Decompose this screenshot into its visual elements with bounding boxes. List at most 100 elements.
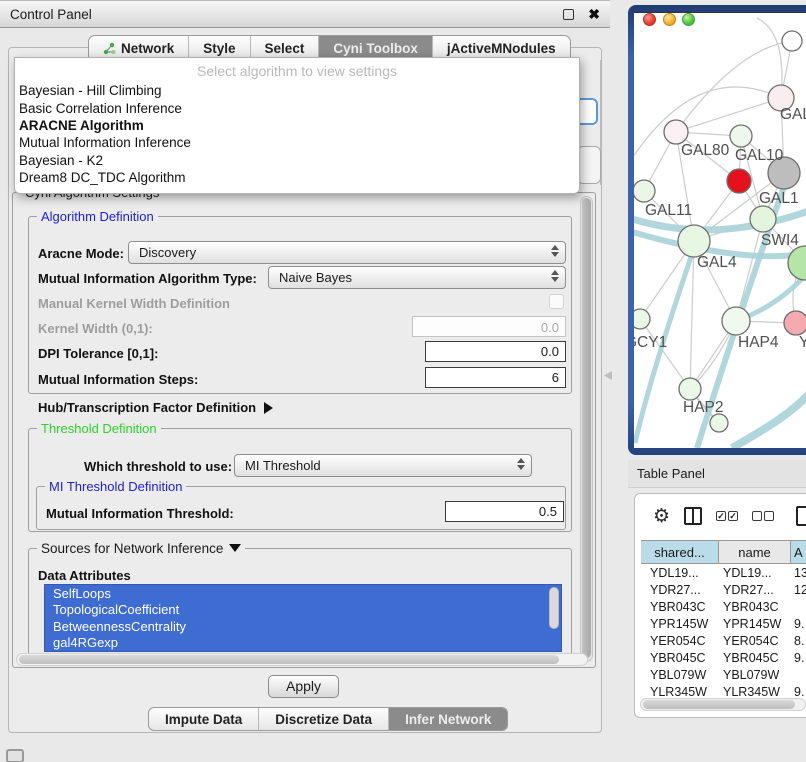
table-cell: YLR345W	[719, 685, 791, 697]
network-node-label: GAL1	[759, 190, 799, 207]
export-table-icon[interactable]	[796, 506, 806, 526]
algorithm-menu-placeholder: Select algorithm to view settings	[15, 58, 579, 83]
table-cell: 9.	[791, 651, 806, 665]
network-node-bottom_small[interactable]	[710, 414, 728, 432]
attribute-topologicalcoefficient[interactable]: TopologicalCoefficient	[45, 602, 561, 619]
deselect-all-checkboxes-icon[interactable]	[752, 511, 774, 521]
table-row[interactable]: YBR045CYBR045C9.	[641, 649, 806, 666]
network-node-gal1[interactable]	[750, 206, 776, 232]
table-cell: YPR145W	[641, 617, 719, 631]
mi-steps-field[interactable]: 6	[425, 367, 566, 388]
network-graph: GAL7GAL80GAL10GAL11GAL1SWI4GAL4GCY1HAP4Y…	[634, 13, 806, 448]
menu-item-bayesian-hill-climbing[interactable]: Bayesian - Hill Climbing	[15, 83, 579, 100]
network-edge	[676, 98, 781, 132]
table-rows[interactable]: YDL19...YDL19...13YDR27...YDR27...12YBR0…	[641, 564, 806, 696]
data-attributes-list[interactable]: SelfLoopsTopologicalCoefficientBetweenne…	[44, 584, 562, 652]
manual-kernel-checkbox[interactable]	[549, 294, 564, 309]
network-node-pink_right[interactable]	[784, 311, 806, 335]
float-window-icon[interactable]	[563, 9, 574, 20]
apply-button[interactable]: Apply	[268, 675, 339, 698]
network-node-hap4[interactable]	[722, 307, 750, 335]
window-minimize-traffic-light[interactable]	[663, 13, 676, 26]
mi-threshold-label: Mutual Information Threshold:	[46, 506, 234, 521]
select-all-checkboxes-icon[interactable]: ✓✓	[716, 511, 738, 521]
network-canvas[interactable]: GAL7GAL80GAL10GAL11GAL1SWI4GAL4GCY1HAP4Y…	[634, 12, 806, 448]
network-node-gal80[interactable]	[664, 120, 688, 144]
tab-discretize-data[interactable]: Discretize Data	[259, 708, 389, 730]
tab-impute-data[interactable]: Impute Data	[149, 708, 259, 730]
mi-type-combo[interactable]: Naive Bayes	[268, 266, 566, 289]
which-threshold-label: Which threshold to use:	[84, 459, 232, 474]
threshold-definition-title: Threshold Definition	[37, 421, 161, 436]
table-panel-container: ⚙ ✓✓ shared...nameA YDL19...YDL19...13YD…	[634, 493, 806, 718]
dock-panel-icon[interactable]	[6, 749, 24, 762]
network-node-label: HAP2	[683, 399, 724, 416]
mi-steps-label: Mutual Information Steps:	[38, 372, 198, 387]
mi-threshold-group-title: MI Threshold Definition	[45, 479, 186, 494]
gear-icon[interactable]: ⚙	[653, 507, 670, 526]
network-node-label: Y	[799, 334, 806, 351]
network-node-gal11[interactable]	[634, 180, 655, 202]
control-panel-titlebar: Control Panel ✖	[0, 0, 610, 28]
network-node-red_node[interactable]	[727, 169, 751, 193]
table-cell: YDL19...	[641, 566, 719, 580]
tab-infer-network[interactable]: Infer Network	[389, 708, 507, 730]
table-row[interactable]: YPR145WYPR145W9.	[641, 615, 806, 632]
network-node-gal10[interactable]	[730, 125, 752, 147]
dpi-tolerance-field[interactable]: 0.0	[425, 341, 566, 362]
column-header-name[interactable]: name	[719, 541, 791, 563]
menu-item-aracne-algorithm[interactable]: ARACNE Algorithm	[15, 118, 579, 135]
kernel-width-field[interactable]: 0.0	[412, 316, 566, 337]
table-cell: YDL19...	[719, 566, 791, 580]
menu-item-basic-correlation-inference[interactable]: Basic Correlation Inference	[15, 100, 579, 117]
table-row[interactable]: YER054CYER054C8.	[641, 632, 806, 649]
table-cell: 9.	[791, 685, 806, 697]
table-cell: YBR043C	[641, 600, 719, 614]
window-zoom-traffic-light[interactable]	[682, 13, 695, 26]
table-row[interactable]: YDL19...YDL19...13	[641, 564, 806, 581]
table-column-headers[interactable]: shared...nameA	[641, 540, 806, 564]
table-cell: YPR145W	[719, 617, 791, 631]
sources-group-title[interactable]: Sources for Network Inference	[37, 541, 245, 556]
table-row[interactable]: YBL079WYBL079W	[641, 666, 806, 683]
attribute-selfloops[interactable]: SelfLoops	[45, 585, 561, 602]
mi-threshold-field[interactable]: 0.5	[445, 501, 564, 522]
table-cell: YBR045C	[719, 651, 791, 665]
which-threshold-value: MI Threshold	[245, 458, 321, 473]
dpi-tolerance-label: DPI Tolerance [0,1]:	[38, 346, 158, 361]
show-columns-icon[interactable]	[684, 507, 702, 525]
network-node-label: HAP4	[738, 334, 779, 351]
settings-vertical-scrollbar[interactable]	[580, 196, 593, 662]
attribute-gal4rgexp[interactable]: gal4RGexp	[45, 635, 561, 652]
collapse-down-icon	[229, 544, 241, 552]
data-attributes-label: Data Attributes	[38, 568, 131, 583]
table-cell: YBL079W	[719, 668, 791, 682]
column-header-shared[interactable]: shared...	[641, 541, 719, 563]
aracne-mode-combo[interactable]: Discovery	[128, 241, 566, 264]
settings-horizontal-scrollbar[interactable]	[16, 653, 588, 666]
split-pane-handle-icon[interactable]	[604, 371, 612, 380]
table-row[interactable]: YBR043CYBR043C	[641, 598, 806, 615]
table-panel-title: Table Panel	[637, 466, 705, 481]
hub-definition-toggle[interactable]: Hub/Transcription Factor Definition	[38, 400, 273, 415]
menu-item-mutual-information-inference[interactable]: Mutual Information Inference	[15, 135, 579, 152]
window-close-traffic-light[interactable]	[643, 13, 656, 26]
tab-label: Network	[121, 41, 174, 56]
network-node-white_top[interactable]	[782, 31, 802, 51]
attributes-scrollbar[interactable]	[549, 587, 559, 629]
table-horizontal-scrollbar[interactable]	[640, 698, 806, 711]
aracne-mode-label: Aracne Mode:	[38, 246, 124, 261]
which-threshold-combo[interactable]: MI Threshold	[234, 454, 532, 477]
network-node-hap2[interactable]	[679, 378, 701, 400]
column-header-a[interactable]: A	[791, 541, 806, 563]
table-row[interactable]: YDR27...YDR27...12	[641, 581, 806, 598]
close-icon[interactable]: ✖	[588, 9, 600, 20]
menu-item-bayesian-k2[interactable]: Bayesian - K2	[15, 153, 579, 170]
table-row[interactable]: YLR345WYLR345W9.	[641, 683, 806, 696]
network-node-gcy1[interactable]	[634, 309, 650, 329]
menu-item-dream8-dc-tdc-algorithm[interactable]: Dream8 DC_TDC Algorithm	[15, 170, 579, 187]
network-node-swi4[interactable]	[788, 246, 806, 280]
attribute-betweennesscentrality[interactable]: BetweennessCentrality	[45, 618, 561, 635]
network-node-gal4[interactable]	[678, 225, 710, 257]
network-node-label: GAL4	[697, 254, 737, 271]
